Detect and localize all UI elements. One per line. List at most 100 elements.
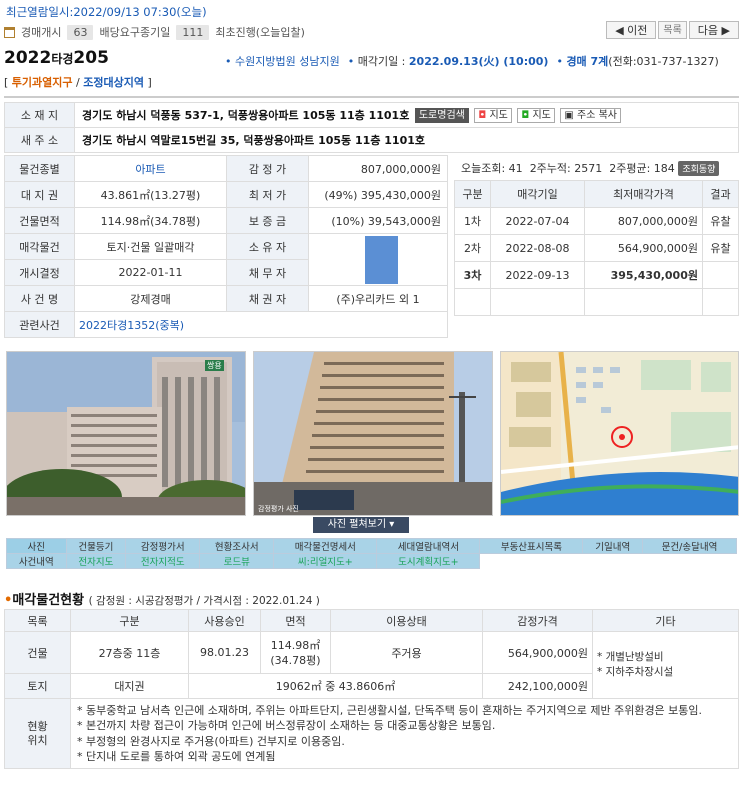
tab-roadview[interactable]: 로드뷰: [199, 553, 275, 569]
copy-address-button[interactable]: ▣ 주소 복사: [560, 108, 621, 124]
road-address: 경기도 하남시 역말로15번길 35, 덕풍쌍용아파트 105동 11층 110…: [82, 134, 426, 147]
section-title: •매각물건현황 ( 감정원 : 시공감정평가 / 가격시점 : 2022.01.…: [4, 593, 320, 608]
court-name: 수원지방법원 성남지원: [235, 55, 340, 68]
table-row: 건물 27층중 11층 98.01.23 114.98㎡ (34.78평) 주거용…: [4, 631, 739, 699]
address-table: 소 재 지 경기도 하남시 덕풍동 537-1, 덕풍쌍용아파트 105동 11…: [4, 102, 739, 153]
table-header: 면적: [260, 609, 331, 632]
tab-urban-plan[interactable]: 도시계획지도+: [376, 553, 481, 569]
info-label: 감 정 가: [226, 155, 309, 182]
history-table: 구분 매각기일 최저매각가격 결과 1차 2022-07-04 807,000,…: [454, 180, 739, 316]
doc-tabs: 사진 건물등기 감정평가서 현황조사서 매각물건명세서 세대열람내역서 부동산표…: [6, 538, 737, 569]
tag-label: 경매개시: [21, 26, 62, 39]
appraisal-value: 807,000,000원: [308, 155, 448, 182]
table-header: 이용상태: [330, 609, 483, 632]
tag-label: 최초진행(오늘입찰): [215, 26, 305, 39]
two-week-avg: 2주평균: 184: [609, 162, 675, 175]
history-row: 1차 2022-07-04 807,000,000원 유찰: [454, 207, 739, 235]
view-stats: 오늘조회: 41 2주누적: 2571 2주평균: 184 조회동향: [461, 160, 720, 176]
status-note: * 부정형의 완경사지로 주거용(아파트) 건부지로 이용중임.: [77, 734, 345, 748]
tab-household[interactable]: 세대열람내역서: [376, 538, 481, 554]
info-label: 매각물건: [4, 233, 75, 260]
info-label: 개시결정: [4, 259, 75, 286]
case-number: 2022타경205: [4, 48, 109, 68]
deposit-value: (10%) 39,543,000원: [308, 207, 448, 234]
info-label: 채 권 자: [226, 285, 309, 312]
status-note: * 단지내 도로를 통하여 외곽 공도에 연계됨: [77, 750, 276, 763]
building-sign: 쌍용: [205, 360, 224, 371]
map-button-2[interactable]: ◘ 지도: [517, 108, 555, 124]
history-header: 최저매각가격: [584, 180, 703, 208]
minimum-price: (49%) 395,430,000원: [308, 181, 448, 208]
next-button[interactable]: 다음 ▶: [688, 21, 739, 39]
tab-survey[interactable]: 현황조사서: [199, 538, 275, 554]
divider: [4, 96, 739, 98]
auction-date: 2022.09.13(火) (10:00): [408, 55, 549, 68]
list-button[interactable]: 목록: [658, 21, 687, 39]
history-row: 2차 2022-08-08 564,900,000원 유찰: [454, 234, 739, 262]
prev-button[interactable]: ◀ 이전: [606, 21, 657, 39]
dept-phone: (전화:031-737-1327): [608, 55, 719, 68]
case-header-info: • 수원지방법원 성남지원 • 매각기일 : 2022.09.13(火) (10…: [225, 55, 719, 68]
creditor-name: (주)우리카드 외 1: [308, 285, 448, 312]
tab-property-list[interactable]: 부동산표시목록: [479, 538, 584, 554]
two-week-views: 2주누적: 2571: [529, 162, 603, 175]
photo-1[interactable]: 쌍용: [6, 351, 246, 516]
history-header: 구분: [454, 180, 491, 208]
photo-caption: 감정평가 사진: [258, 505, 299, 513]
tag-count: 111: [176, 24, 210, 40]
sale-items-table: 목록 구분 사용승인 면적 이용상태 감정가격 기타 건물 27층중 11층 9…: [4, 609, 739, 769]
tab-case-history[interactable]: 사건내역: [6, 553, 67, 569]
table-header: 사용승인: [188, 609, 261, 632]
road-label: 새 주 소: [4, 127, 75, 153]
info-table: 물건종별 아파트 감 정 가 807,000,000원 대 지 권 43.861…: [4, 155, 448, 338]
tab-sale-spec[interactable]: 매각물건명세서: [273, 538, 378, 554]
info-label: 건물면적: [4, 207, 75, 234]
tab-building-registry[interactable]: 건물등기: [65, 538, 127, 554]
redacted-cell: [308, 233, 448, 286]
history-header: 매각기일: [490, 180, 585, 208]
photo-2[interactable]: 감정평가 사진: [253, 351, 493, 516]
info-label: 보 증 금: [226, 207, 309, 234]
zone-adjustment: 조정대상지역: [83, 76, 144, 89]
tag-count: 63: [67, 24, 94, 40]
table-header: 기타: [592, 609, 739, 632]
lot-label: 소 재 지: [4, 102, 75, 128]
lot-address: 경기도 하남시 덕풍동 537-1, 덕풍쌍용아파트 105동 11층 1101…: [82, 108, 410, 122]
info-label: 최 저 가: [226, 181, 309, 208]
related-case-link[interactable]: 2022타경1352(중복): [79, 319, 184, 332]
tag-row: 경매개시 63 배당요구종기일 111 최초진행(오늘입찰): [4, 24, 305, 40]
copy-icon: ▣: [564, 110, 574, 122]
tab-e-map[interactable]: 전자지도: [65, 553, 127, 569]
photo-3-map[interactable]: [500, 351, 739, 516]
expand-photos-button[interactable]: 사진 펼쳐보기 ▾: [313, 517, 409, 533]
tab-documents[interactable]: 문건/송달내역: [642, 538, 737, 554]
tab-cadastral[interactable]: 전자지적도: [125, 553, 201, 569]
tab-date-history[interactable]: 기일내역: [582, 538, 644, 554]
road-search-button[interactable]: 도로명검색: [414, 108, 469, 124]
tab-appraisal[interactable]: 감정평가서: [125, 538, 201, 554]
today-views: 오늘조회: 41: [461, 162, 523, 175]
start-date: 2022-01-11: [74, 259, 227, 286]
etc-item: * 지하주차장시설: [597, 666, 674, 678]
info-label: 대 지 권: [4, 181, 75, 208]
recent-view-text: 최근열람일시:2022/09/13 07:30(오늘): [6, 5, 207, 19]
tab-photo[interactable]: 사진: [6, 538, 67, 554]
info-label: 채 무 자: [226, 259, 309, 286]
table-header: 목록: [4, 609, 71, 632]
case-name: 강제경매: [74, 285, 227, 312]
map-icon: ◘: [521, 110, 530, 122]
table-header: 감정가격: [482, 609, 593, 632]
map-button-1[interactable]: ◘ 지도: [474, 108, 512, 124]
redaction-block: [365, 236, 398, 284]
view-trend-button[interactable]: 조회동향: [678, 161, 720, 176]
nav-buttons: ◀ 이전 목록 다음 ▶: [606, 21, 739, 39]
related-label: 관련사건: [4, 311, 75, 338]
table-row: 현황 위치 * 동부중학교 남서측 인근에 소재하며, 주위는 아파트단지, 근린…: [4, 698, 739, 769]
property-type[interactable]: 아파트: [135, 163, 165, 176]
auction-dept: 경매 7계: [566, 55, 609, 68]
regulation-zones: [ 투기과열지구 / 조정대상지역 ]: [4, 76, 152, 89]
status-note: * 동부중학교 남서측 인근에 소재하며, 주위는 아파트단지, 근린생활시설,…: [77, 703, 703, 717]
chevron-down-icon: ▾: [389, 519, 395, 530]
tab-real-map[interactable]: 씨:리얼지도+: [273, 553, 378, 569]
section-subtitle: ( 감정원 : 시공감정평가 / 가격시점 : 2022.01.24 ): [88, 595, 320, 607]
